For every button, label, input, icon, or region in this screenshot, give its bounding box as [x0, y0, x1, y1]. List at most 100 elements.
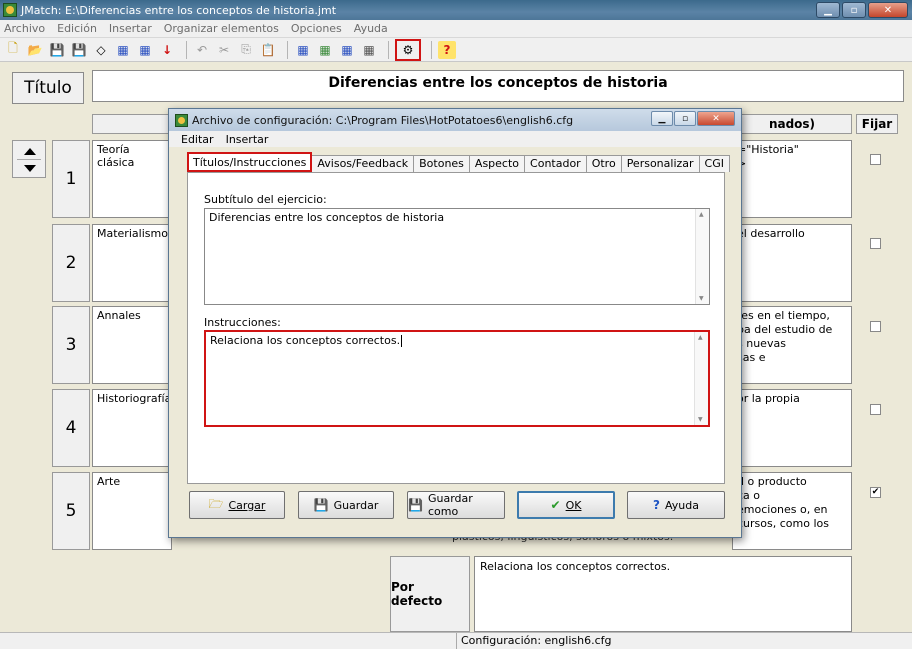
save-as-icon[interactable]: 💾	[70, 41, 88, 59]
export-icon[interactable]: ▦	[360, 41, 378, 59]
ok-button[interactable]: ✔ OK	[517, 491, 615, 519]
right-item-field[interactable]: res en el tiempo, pa del estudio de s nu…	[732, 306, 852, 384]
right-column-header: nados)	[732, 114, 852, 134]
tab-otro[interactable]: Otro	[585, 155, 622, 172]
dialog-menu-bar: Editar Insertar	[169, 131, 741, 147]
dialog-menu-insertar[interactable]: Insertar	[226, 133, 269, 146]
left-item-field[interactable]: Materialismo	[92, 224, 172, 302]
config-dialog: Archivo de configuración: C:\Program Fil…	[168, 108, 742, 538]
dialog-close-button[interactable]: ✕	[697, 111, 735, 126]
window-title: JMatch: E:\Diferencias entre los concept…	[21, 3, 337, 17]
new-icon[interactable]: 🗋	[4, 41, 22, 59]
copy-icon[interactable]: ⎘	[237, 41, 255, 59]
minimize-button[interactable]: ▁	[816, 2, 840, 18]
help-icon[interactable]: ?	[438, 40, 456, 59]
menu-edicion[interactable]: Edición	[57, 22, 97, 35]
left-item-field[interactable]: Arte	[92, 472, 172, 550]
left-item-field[interactable]: Teoría clásica	[92, 140, 172, 218]
subtitle-textarea[interactable]: Diferencias entre los conceptos de histo…	[204, 208, 710, 305]
fijar-checkbox[interactable]	[870, 154, 881, 165]
instructions-scrollbar[interactable]	[694, 332, 708, 425]
tab-personalizar[interactable]: Personalizar	[620, 155, 700, 172]
tab-botones[interactable]: Botones	[413, 155, 470, 172]
left-item-field[interactable]: Historiografía	[92, 389, 172, 467]
load-button[interactable]: 🗁 Cargar	[189, 491, 285, 519]
dialog-tabs: Títulos/Instrucciones Avisos/Feedback Bo…	[187, 152, 730, 172]
fijar-checkbox[interactable]: ✔	[870, 487, 881, 498]
move-up-icon[interactable]	[24, 148, 36, 155]
fijar-checkbox[interactable]	[870, 404, 881, 415]
status-bar: Configuración: english6.cfg	[0, 632, 912, 649]
instructions-textarea[interactable]: Relaciona los conceptos correctos.	[204, 330, 710, 427]
tab-titulos-instrucciones[interactable]: Títulos/Instrucciones	[187, 152, 313, 172]
window-controls: ▁ ▫ ✕	[816, 2, 908, 18]
left-item-field[interactable]: Annales	[92, 306, 172, 384]
menu-ayuda[interactable]: Ayuda	[354, 22, 388, 35]
fijar-checkbox[interactable]	[870, 238, 881, 249]
tab-contador[interactable]: Contador	[524, 155, 587, 172]
settings-icon[interactable]: ▦	[316, 41, 334, 59]
load-button-label: Cargar	[228, 498, 266, 512]
help-button[interactable]: ? Ayuda	[627, 491, 725, 519]
por-defecto-button[interactable]: Por defecto	[390, 556, 470, 632]
row-number: 3	[52, 306, 90, 384]
toolbar-separator	[431, 40, 432, 59]
open-icon[interactable]: 📂	[26, 41, 44, 59]
save-disk-icon: 💾	[313, 498, 329, 512]
shuffle-icon[interactable]: ▦	[294, 41, 312, 59]
undo-icon[interactable]: ↶	[193, 41, 211, 59]
row-number: 2	[52, 224, 90, 302]
maximize-button[interactable]: ▫	[842, 2, 866, 18]
menu-organizar-elementos[interactable]: Organizar elementos	[164, 22, 279, 35]
clear-icon[interactable]: ◇	[92, 41, 110, 59]
status-config: Configuración: english6.cfg	[456, 633, 615, 649]
right-item-field[interactable]: d o producto ca o emociones o, en cursos…	[732, 472, 852, 550]
move-down-icon[interactable]	[24, 165, 36, 172]
save-button[interactable]: 💾 Guardar	[298, 491, 394, 519]
right-item-field[interactable]: el desarrollo	[732, 224, 852, 302]
close-button[interactable]: ✕	[868, 2, 908, 18]
tab-avisos-feedback[interactable]: Avisos/Feedback	[311, 155, 415, 172]
load-folder-icon: 🗁	[208, 496, 224, 511]
row-number: 4	[52, 389, 90, 467]
dialog-titlebar: Archivo de configuración: C:\Program Fil…	[169, 109, 741, 131]
menu-archivo[interactable]: Archivo	[4, 22, 45, 35]
default-value-field[interactable]: Relaciona los conceptos correctos.	[474, 556, 852, 632]
tab-aspecto[interactable]: Aspecto	[468, 155, 526, 172]
instructions-label: Instrucciones:	[204, 316, 281, 329]
menu-bar: Archivo Edición Insertar Organizar eleme…	[0, 20, 912, 38]
menu-insertar[interactable]: Insertar	[109, 22, 152, 35]
export-dragdrop-icon[interactable]: ▦	[136, 41, 154, 59]
ok-button-label: OK	[565, 498, 582, 512]
titulo-field[interactable]: Diferencias entre los conceptos de histo…	[92, 70, 904, 102]
export-web-icon[interactable]: ▦	[114, 41, 132, 59]
save-as-button-label: Guardar como	[427, 492, 473, 518]
dialog-minimize-button[interactable]: ▁	[651, 111, 673, 126]
web-icon[interactable]: ▦	[338, 41, 356, 59]
titulo-label-button[interactable]: Título	[12, 72, 84, 104]
help-question-icon: ?	[653, 498, 660, 512]
save-icon[interactable]: 💾	[48, 41, 66, 59]
tab-panel-titulos: Subtítulo del ejercicio: Diferencias ent…	[187, 172, 725, 484]
fijar-column-header: Fijar	[856, 114, 898, 134]
menu-opciones[interactable]: Opciones	[291, 22, 342, 35]
reorder-arrows[interactable]	[12, 140, 46, 178]
dialog-menu-editar[interactable]: Editar	[181, 133, 214, 146]
dialog-window-controls: ▁ ▫ ✕	[651, 111, 735, 126]
toolbar-separator	[186, 40, 187, 59]
right-item-field[interactable]: ="Historia" >	[732, 140, 852, 218]
tab-cgi[interactable]: CGI	[698, 155, 730, 172]
dialog-maximize-button[interactable]: ▫	[674, 111, 696, 126]
subtitle-scrollbar[interactable]	[695, 209, 709, 304]
right-item-field[interactable]: or la propia	[732, 389, 852, 467]
add-arrow-icon[interactable]: ↓	[158, 41, 176, 59]
cut-icon[interactable]: ✂	[215, 41, 233, 59]
toolbar-separator	[287, 40, 288, 59]
config-icon[interactable]: ⚙	[395, 38, 421, 61]
save-as-button[interactable]: 💾 Guardar como	[407, 491, 505, 519]
ok-check-icon: ✔	[550, 498, 561, 512]
help-button-label: Ayuda	[664, 498, 699, 512]
fijar-checkbox[interactable]	[870, 321, 881, 332]
paste-icon[interactable]: 📋	[259, 41, 277, 59]
text-caret	[401, 335, 403, 347]
